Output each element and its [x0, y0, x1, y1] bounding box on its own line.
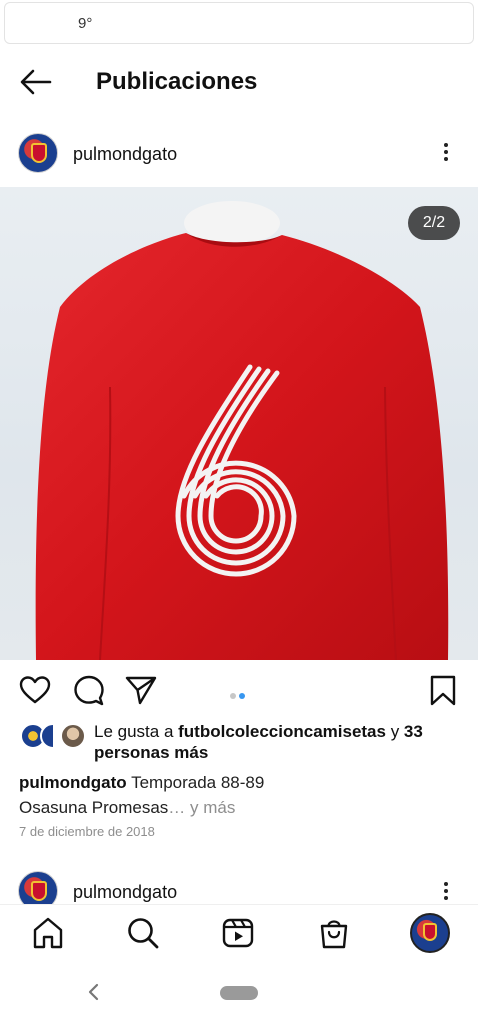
- post-username[interactable]: pulmondgato: [73, 144, 177, 165]
- liked-by-username[interactable]: futbolcoleccioncamisetas: [178, 722, 386, 741]
- home-icon: [33, 917, 63, 949]
- crest-icon: [31, 143, 47, 163]
- liker-avatars[interactable]: [20, 723, 86, 749]
- nav-profile-avatar[interactable]: [410, 913, 450, 953]
- temperature-text: 9°: [78, 15, 93, 32]
- likes-connector: y: [385, 722, 404, 741]
- next-post-header: pulmondgato: [0, 870, 478, 904]
- nav-reels[interactable]: [220, 915, 256, 951]
- more-options-button[interactable]: [434, 140, 458, 170]
- heart-icon: [19, 676, 51, 704]
- media-counter-badge: 2/2: [408, 206, 460, 240]
- status-strip: 9°: [4, 2, 474, 44]
- nav-home[interactable]: [30, 915, 66, 951]
- more-vertical-icon: [434, 882, 458, 900]
- likes-row: Le gusta a futbolcoleccioncamisetas y 33…: [0, 720, 478, 764]
- more-vertical-icon: [434, 143, 458, 161]
- system-home-pill[interactable]: [220, 986, 258, 1000]
- carousel-indicator: [230, 686, 250, 699]
- comment-button[interactable]: [72, 674, 106, 706]
- caption-username[interactable]: pulmondgato: [19, 773, 127, 792]
- post-header: pulmondgato: [0, 130, 478, 178]
- bookmark-icon: [430, 675, 456, 706]
- action-bar: [0, 672, 478, 708]
- crest-icon: [423, 923, 437, 941]
- jersey-photo: [35, 201, 449, 660]
- post-media[interactable]: [0, 187, 478, 660]
- carousel-dot: [239, 693, 245, 699]
- carousel-dot: [230, 693, 236, 699]
- shop-icon: [320, 920, 348, 949]
- save-button[interactable]: [426, 674, 460, 706]
- share-button[interactable]: [124, 674, 158, 706]
- back-button[interactable]: [18, 66, 54, 98]
- nav-shop[interactable]: [316, 915, 352, 951]
- send-icon: [125, 676, 157, 705]
- system-back-button[interactable]: [84, 980, 104, 1004]
- system-nav-bar: [0, 962, 478, 1024]
- nav-search[interactable]: [125, 915, 161, 951]
- reels-icon: [222, 918, 254, 948]
- top-bar: Publicaciones: [0, 58, 478, 106]
- search-icon: [128, 918, 159, 949]
- liker-avatar-3: [60, 723, 86, 749]
- likes-text: Le gusta a futbolcoleccioncamisetas y 33…: [94, 721, 464, 763]
- next-more-options-button[interactable]: [434, 879, 458, 904]
- next-post-username[interactable]: pulmondgato: [73, 882, 177, 903]
- like-button[interactable]: [18, 674, 52, 706]
- arrow-left-icon: [20, 69, 52, 95]
- next-user-avatar[interactable]: [18, 871, 58, 904]
- back-chevron-icon: [88, 983, 99, 1001]
- page-title: Publicaciones: [96, 68, 258, 95]
- caption-more-link[interactable]: y más: [185, 798, 235, 817]
- caption-text-line1: Temporada 88-89: [131, 773, 265, 792]
- post-caption: pulmondgato Temporada 88-89 Osasuna Prom…: [19, 770, 459, 820]
- caption-text-line2: Osasuna Promesas: [19, 798, 169, 817]
- likes-prefix: Le gusta a: [94, 722, 179, 741]
- caption-ellipsis: …: [168, 798, 186, 817]
- post-date: 7 de diciembre de 2018: [19, 824, 155, 839]
- comment-icon: [74, 675, 104, 706]
- user-avatar[interactable]: [18, 133, 58, 173]
- bottom-nav: [0, 904, 478, 962]
- crest-icon: [31, 881, 47, 901]
